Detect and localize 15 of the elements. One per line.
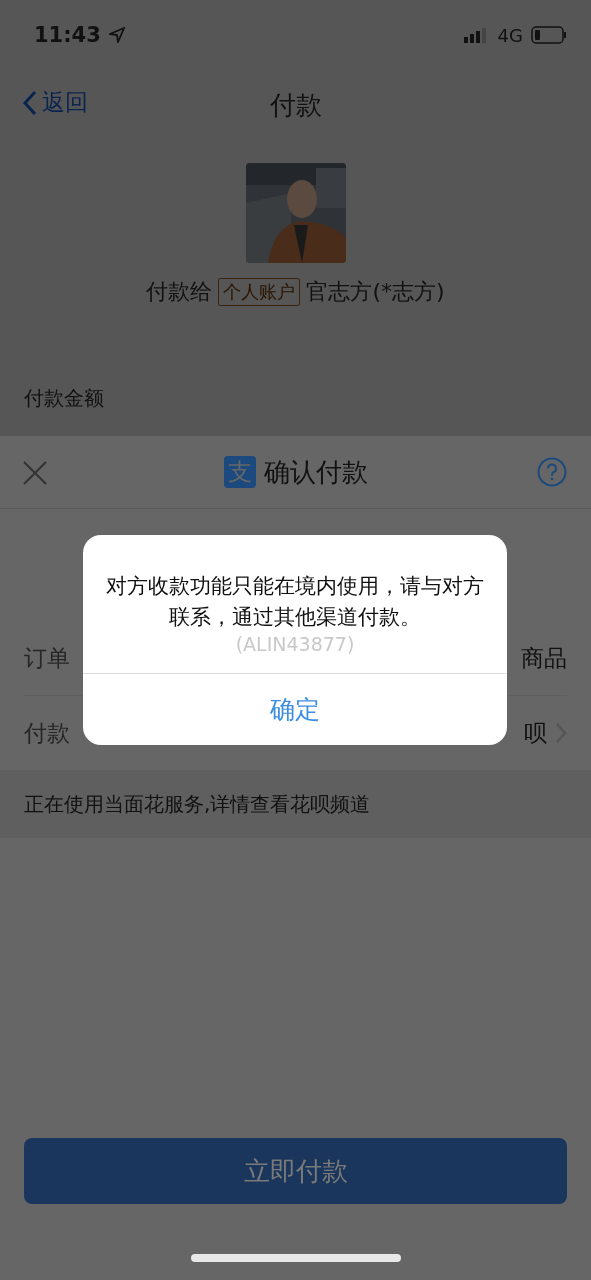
payee-name: 官志方(*志方) [306,278,445,306]
notice-text: 正在使用当面花服务,详情查看花呗频道 [24,790,371,818]
payee-prefix: 付款给 [146,278,213,306]
page-title: 付款 [269,88,322,122]
amount-label: 付款金额 [24,385,105,412]
app-logo: 支 [223,456,256,488]
account-tag: 个人账户 [218,278,301,306]
row-value: 呗 [524,718,547,748]
row-label: 付款 [24,718,70,748]
row-label: 订单 [24,643,70,673]
status-time: 11:43 [34,23,101,47]
network-label: 4G [497,24,523,46]
dialog-message: 对方收款功能只能在境内使用，请与对方联系，通过其他渠道付款。 [105,573,485,631]
sheet-title: 确认付款 [263,455,368,489]
row-value: 商品 [521,643,567,673]
